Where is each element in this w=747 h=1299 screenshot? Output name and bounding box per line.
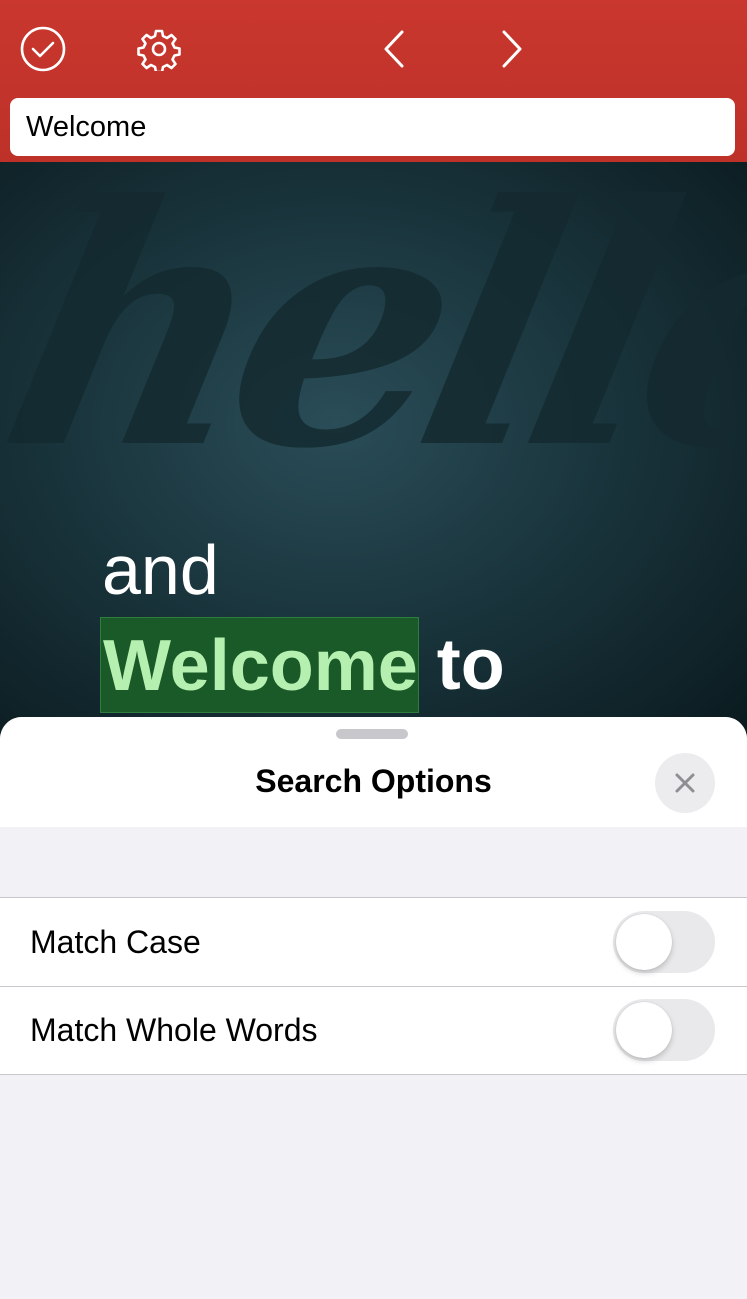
option-label: Match Case — [30, 923, 201, 960]
search-match-highlight[interactable]: Welcome — [100, 617, 419, 713]
match-case-toggle[interactable] — [613, 911, 715, 973]
toggle-knob — [616, 914, 672, 970]
toggle-knob — [616, 1002, 672, 1058]
hello-script-graphic: hello — [0, 162, 747, 521]
done-button[interactable] — [16, 22, 70, 76]
option-match-case: Match Case — [0, 898, 747, 986]
document-slide: hello and Welcome to — [0, 162, 747, 742]
next-result-button[interactable] — [484, 22, 538, 76]
search-toolbar — [0, 0, 747, 162]
search-input[interactable] — [10, 98, 735, 156]
sheet-header: Search Options — [0, 717, 747, 827]
search-options-sheet: Search Options Match Case Match Whole Wo… — [0, 717, 747, 1299]
option-label: Match Whole Words — [30, 1011, 318, 1048]
option-match-whole-words: Match Whole Words — [0, 986, 747, 1074]
close-button[interactable] — [655, 753, 715, 813]
settings-button[interactable] — [132, 22, 186, 76]
close-icon — [675, 773, 695, 793]
sheet-grabber[interactable] — [336, 729, 408, 739]
chevron-left-icon — [384, 30, 404, 68]
checkmark-circle-icon — [20, 26, 66, 72]
previous-result-button[interactable] — [368, 22, 422, 76]
screen: hello and Welcome to Search Options Matc… — [0, 0, 747, 1299]
gear-icon — [137, 29, 181, 71]
slide-text-and: and — [102, 531, 219, 609]
sheet-title: Search Options — [255, 763, 492, 799]
options-list: Match Case Match Whole Words — [0, 897, 747, 1075]
match-whole-words-toggle[interactable] — [613, 999, 715, 1061]
slide-text-welcome-line: Welcome to — [100, 617, 505, 713]
slide-text-to: to — [436, 625, 505, 705]
chevron-right-icon — [502, 30, 522, 68]
